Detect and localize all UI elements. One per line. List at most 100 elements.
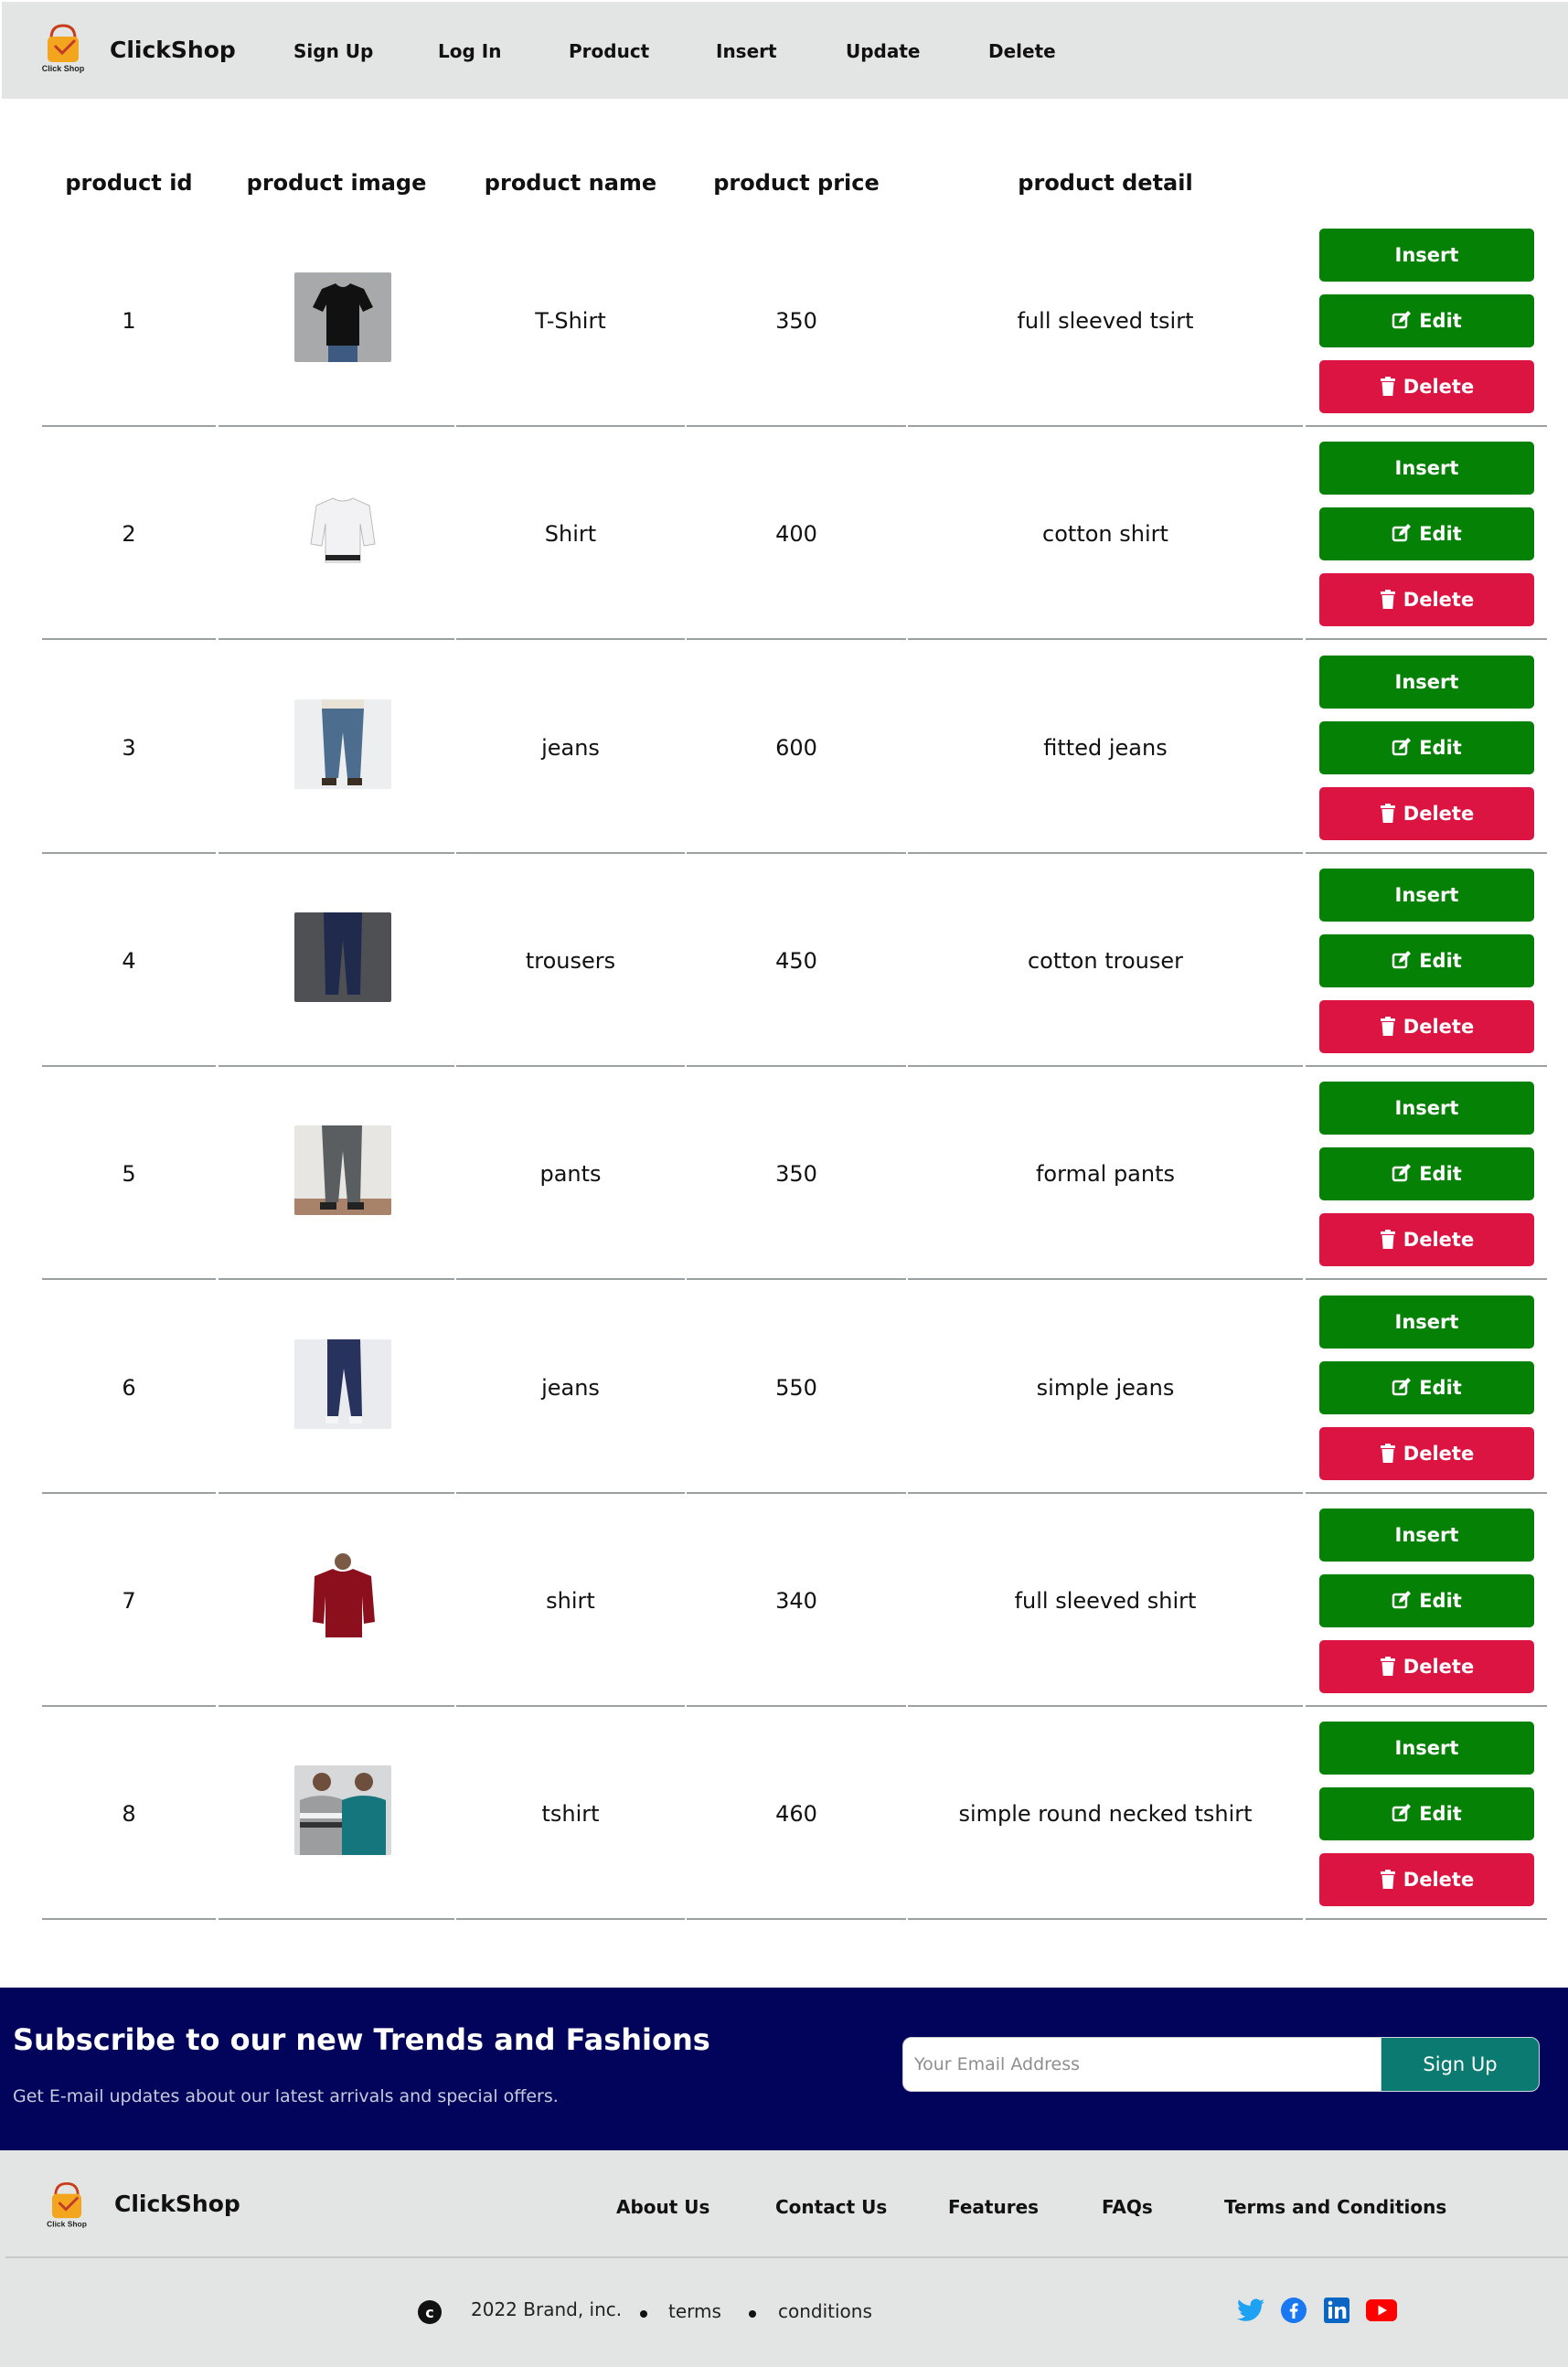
delete-button[interactable]: Delete xyxy=(1319,1639,1534,1693)
shopping-bag-logo[interactable]: Click Shop xyxy=(37,2176,97,2233)
col-header-id: product id xyxy=(65,170,193,196)
footer-link-about-us[interactable]: About Us xyxy=(616,2196,709,2218)
insert-button[interactable]: Insert xyxy=(1319,868,1534,922)
insert-button[interactable]: Insert xyxy=(1319,1508,1534,1562)
edit-button[interactable]: Edit xyxy=(1319,294,1534,347)
edit-button[interactable]: Edit xyxy=(1319,1360,1534,1414)
row-divider xyxy=(1306,638,1547,641)
row-divider xyxy=(908,1918,1303,1921)
product-price-cell: 600 xyxy=(775,734,817,761)
row-divider xyxy=(42,1704,216,1707)
delete-button-label: Delete xyxy=(1403,802,1475,825)
edit-button[interactable]: Edit xyxy=(1319,720,1534,774)
delete-button[interactable]: Delete xyxy=(1319,999,1534,1053)
delete-button[interactable]: Delete xyxy=(1319,573,1534,627)
row-divider xyxy=(219,1491,454,1494)
insert-button[interactable]: Insert xyxy=(1319,1295,1534,1349)
product-id-cell: 5 xyxy=(122,1161,136,1188)
product-image xyxy=(294,1125,391,1216)
bullet-dot xyxy=(749,2310,756,2318)
footer-link-contact-us[interactable]: Contact Us xyxy=(775,2196,887,2218)
delete-button[interactable]: Delete xyxy=(1319,1213,1534,1267)
facebook-icon[interactable] xyxy=(1280,2297,1307,2324)
brand-name[interactable]: ClickShop xyxy=(110,37,236,63)
product-detail-cell: cotton trouser xyxy=(1027,947,1183,974)
delete-button[interactable]: Delete xyxy=(1319,1853,1534,1907)
delete-button[interactable]: Delete xyxy=(1319,786,1534,840)
trash-icon xyxy=(1380,1870,1395,1890)
insert-button-label: Insert xyxy=(1394,1523,1459,1546)
product-price-cell: 400 xyxy=(775,521,817,548)
email-field[interactable] xyxy=(902,2037,1381,2092)
footer: Click Shop ClickShop About Us Contact Us… xyxy=(0,2150,1568,2367)
edit-button[interactable]: Edit xyxy=(1319,507,1534,561)
edit-icon xyxy=(1392,1590,1412,1609)
nav-delete[interactable]: Delete xyxy=(988,40,1056,62)
subscribe-sign-up-button[interactable]: Sign Up xyxy=(1381,2037,1540,2092)
nav-product[interactable]: Product xyxy=(569,40,649,62)
delete-button-label: Delete xyxy=(1403,1869,1475,1892)
footer-link-terms-and-conditions[interactable]: Terms and Conditions xyxy=(1224,2196,1446,2218)
twitter-icon[interactable] xyxy=(1237,2297,1264,2324)
edit-icon xyxy=(1392,1377,1412,1395)
product-image xyxy=(294,698,391,789)
insert-button[interactable]: Insert xyxy=(1319,229,1534,282)
delete-button[interactable]: Delete xyxy=(1319,360,1534,413)
youtube-icon[interactable] xyxy=(1365,2297,1398,2324)
product-id-cell: 3 xyxy=(122,734,136,761)
row-divider xyxy=(908,638,1303,641)
product-name-cell: jeans xyxy=(541,1374,600,1401)
insert-button[interactable]: Insert xyxy=(1319,1722,1534,1775)
product-detail-cell: full sleeved shirt xyxy=(1014,1587,1197,1614)
shopping-bag-logo[interactable]: Click Shop xyxy=(31,18,95,77)
nav-log-in[interactable]: Log In xyxy=(438,40,501,62)
edit-button-label: Edit xyxy=(1419,523,1462,546)
edit-button[interactable]: Edit xyxy=(1319,1147,1534,1201)
nav-sign-up[interactable]: Sign Up xyxy=(293,40,373,62)
row-divider xyxy=(456,425,685,427)
row-divider xyxy=(219,1064,454,1067)
product-id-cell: 8 xyxy=(122,1801,136,1828)
footer-brand-name[interactable]: ClickShop xyxy=(114,2191,240,2217)
row-divider xyxy=(687,1491,906,1494)
product-id-cell: 6 xyxy=(122,1374,136,1401)
product-image xyxy=(294,1338,391,1429)
insert-button[interactable]: Insert xyxy=(1319,442,1534,496)
edit-button[interactable]: Edit xyxy=(1319,1787,1534,1841)
nav-insert[interactable]: Insert xyxy=(716,40,777,62)
row-divider xyxy=(1306,851,1547,854)
delete-button[interactable]: Delete xyxy=(1319,1426,1534,1480)
footer-terms-link[interactable]: terms xyxy=(668,2300,721,2322)
edit-button[interactable]: Edit xyxy=(1319,933,1534,987)
row-divider xyxy=(1306,1064,1547,1067)
footer-divider xyxy=(5,2256,1568,2258)
product-name-cell: tshirt xyxy=(541,1801,600,1828)
delete-button-label: Delete xyxy=(1403,1229,1475,1252)
copyright-icon: c xyxy=(418,2300,442,2324)
row-divider xyxy=(219,425,454,427)
row-divider xyxy=(42,851,216,854)
product-image xyxy=(294,1551,391,1642)
edit-icon xyxy=(1392,950,1412,969)
row-divider xyxy=(42,1064,216,1067)
nav-update[interactable]: Update xyxy=(846,40,921,62)
row-divider xyxy=(1306,1278,1547,1281)
footer-link-faqs[interactable]: FAQs xyxy=(1102,2196,1153,2218)
row-divider xyxy=(1306,1491,1547,1494)
product-price-cell: 550 xyxy=(775,1374,817,1401)
product-image xyxy=(294,272,391,362)
footer-link-features[interactable]: Features xyxy=(948,2196,1039,2218)
edit-icon xyxy=(1392,1804,1412,1822)
linkedin-icon[interactable] xyxy=(1323,2297,1350,2324)
row-divider xyxy=(219,1704,454,1707)
product-name-cell: pants xyxy=(539,1161,602,1188)
row-divider xyxy=(456,1704,685,1707)
row-divider xyxy=(42,638,216,641)
insert-button[interactable]: Insert xyxy=(1319,1082,1534,1136)
trash-icon xyxy=(1380,590,1395,610)
edit-button[interactable]: Edit xyxy=(1319,1573,1534,1627)
col-header-price: product price xyxy=(713,170,880,196)
product-price-cell: 460 xyxy=(775,1801,817,1828)
insert-button[interactable]: Insert xyxy=(1319,655,1534,709)
footer-conditions-link[interactable]: conditions xyxy=(778,2300,872,2322)
